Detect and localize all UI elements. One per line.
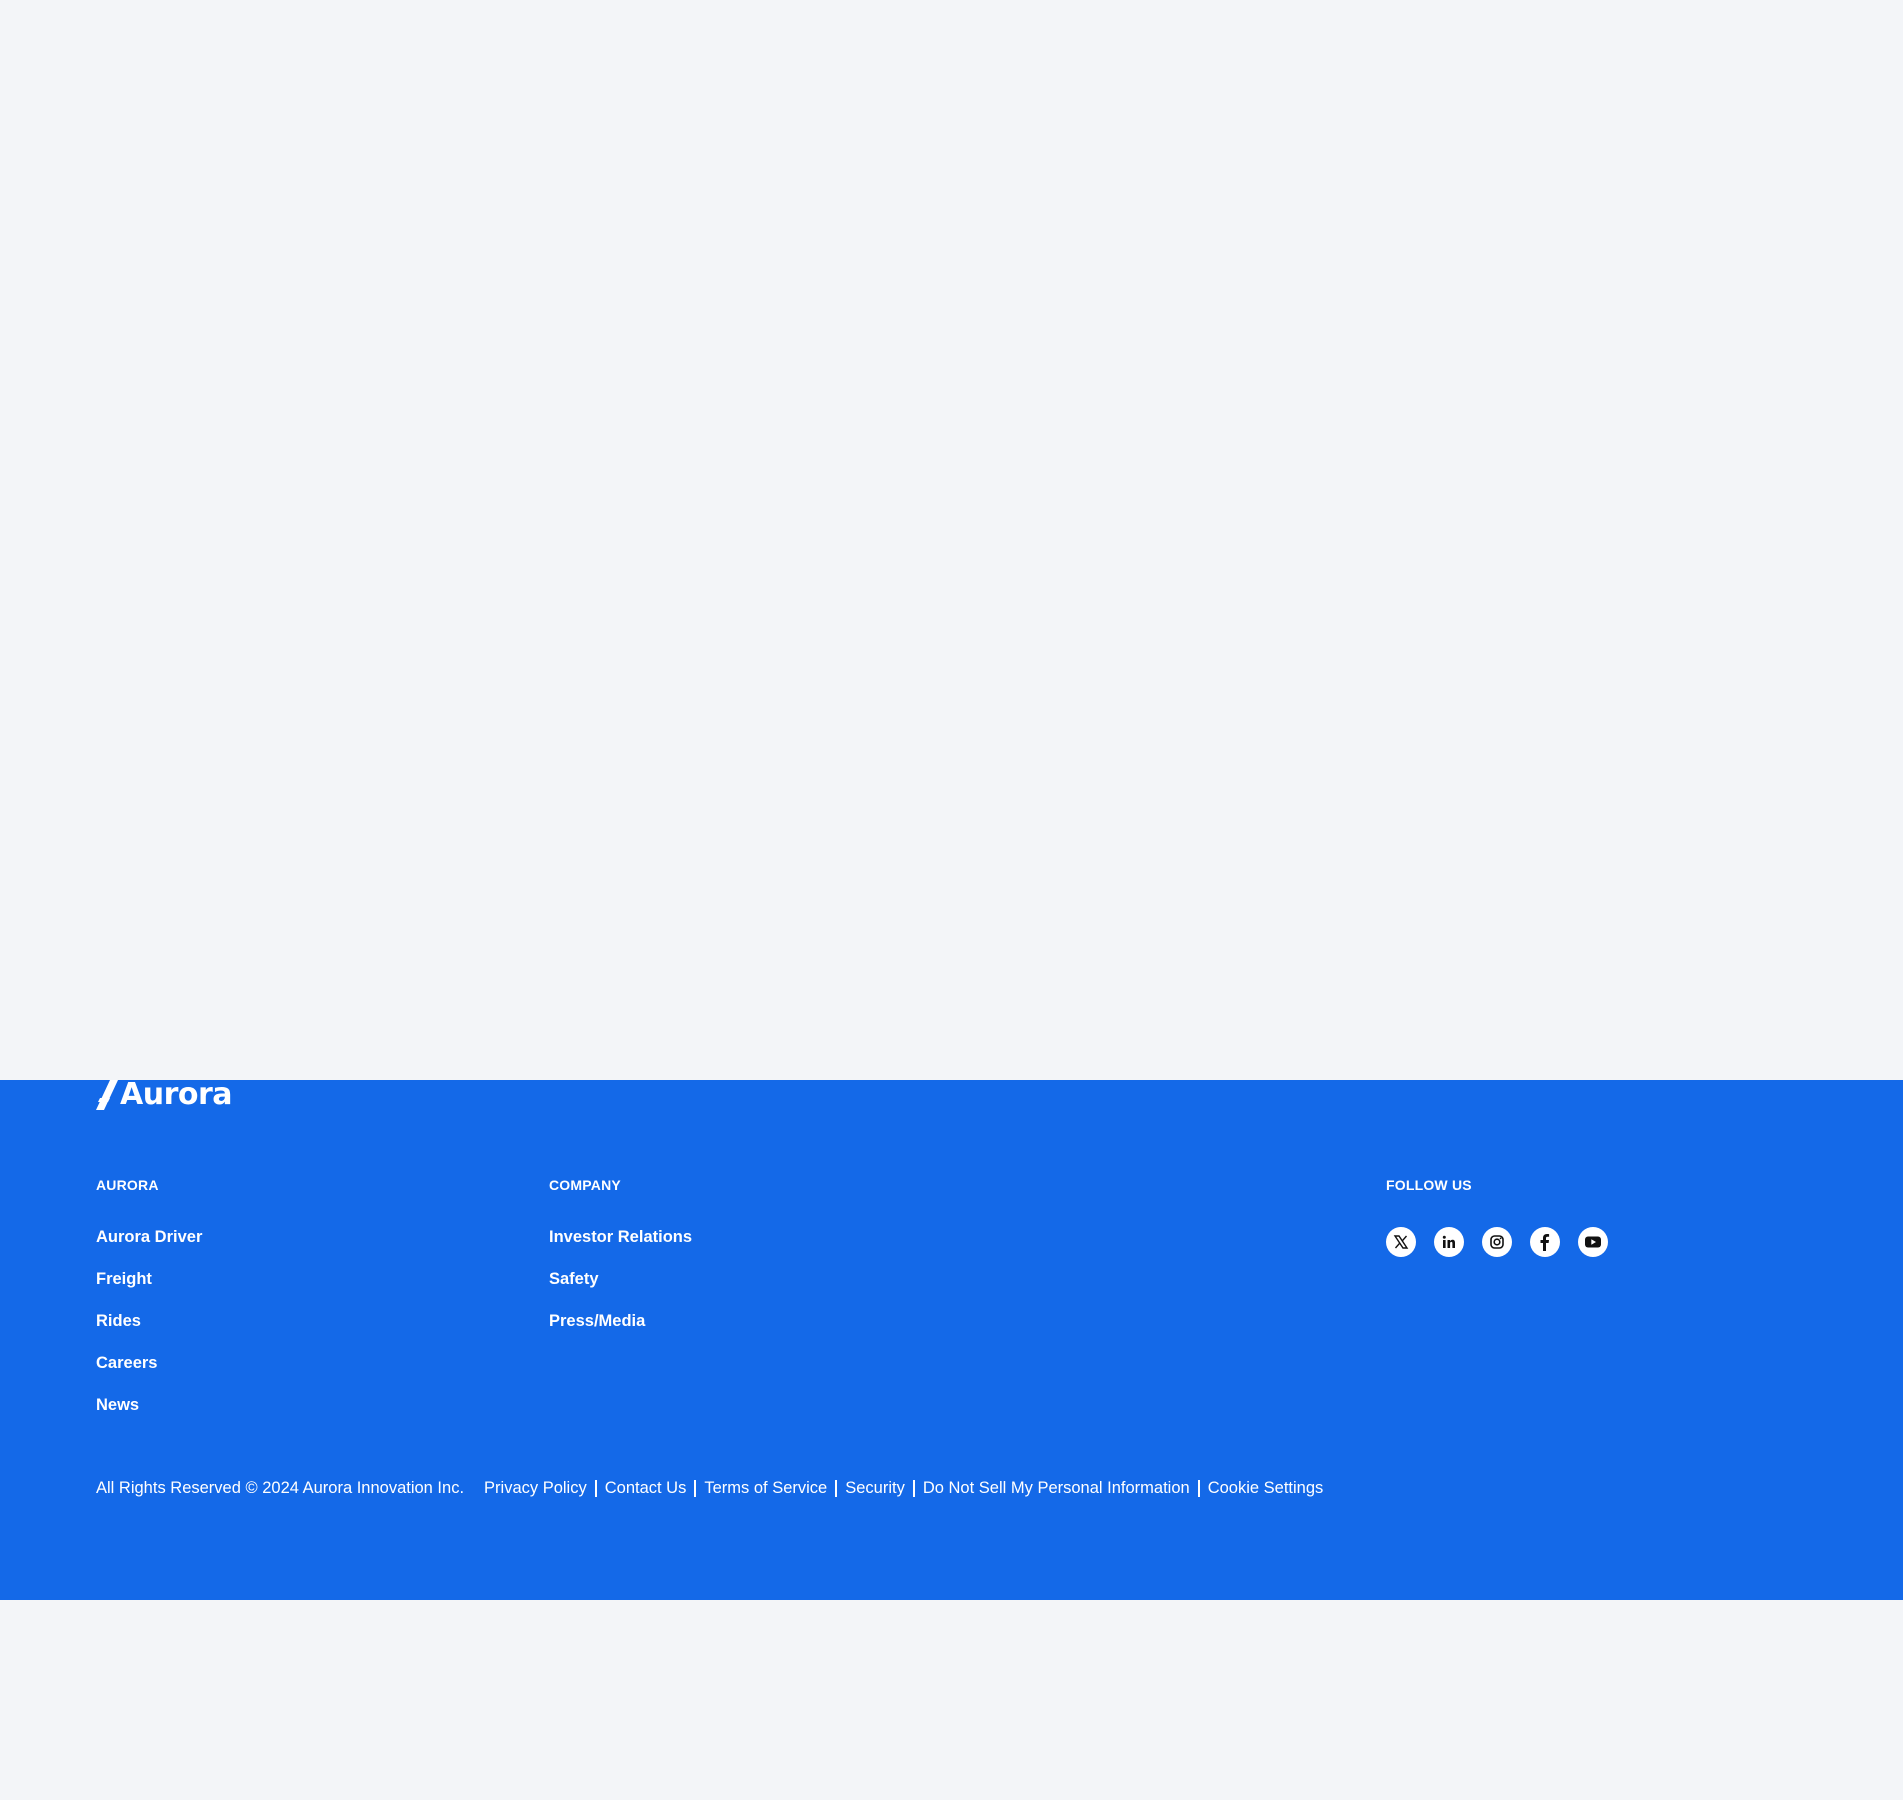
linkedin-icon[interactable] [1434, 1227, 1464, 1257]
instagram-icon[interactable] [1482, 1227, 1512, 1257]
legal-links: Privacy Policy Contact Us Terms of Servi… [484, 1478, 1323, 1498]
footer-link-press-media[interactable]: Press/Media [549, 1311, 692, 1331]
footer-link-aurora-driver[interactable]: Aurora Driver [96, 1227, 202, 1247]
link-list: Aurora Driver Freight Rides Careers News [96, 1227, 202, 1415]
separator [594, 1479, 597, 1497]
contact-us-link[interactable]: Contact Us [605, 1478, 687, 1498]
footer-link-careers[interactable]: Careers [96, 1353, 202, 1373]
youtube-icon[interactable] [1578, 1227, 1608, 1257]
column-heading: FOLLOW US [1386, 1177, 1472, 1193]
footer-bottom-bar: All Rights Reserved © 2024 Aurora Innova… [96, 1478, 1323, 1498]
aurora-logo[interactable]: Aurora [96, 1076, 233, 1112]
copyright-text: All Rights Reserved © 2024 Aurora Innova… [96, 1479, 465, 1497]
logo-wordmark: Aurora [120, 1077, 233, 1112]
x-icon[interactable] [1386, 1227, 1416, 1257]
separator [694, 1479, 697, 1497]
footer-link-safety[interactable]: Safety [549, 1269, 692, 1289]
footer-column-company: COMPANY Investor Relations Safety Press/… [549, 1177, 692, 1353]
cookie-settings-link[interactable]: Cookie Settings [1208, 1478, 1324, 1498]
footer-column-follow-us: FOLLOW US [1386, 1177, 1608, 1257]
aurora-logo-mark [96, 1080, 118, 1110]
social-icons [1386, 1227, 1608, 1257]
link-list: Investor Relations Safety Press/Media [549, 1227, 692, 1331]
do-not-sell-link[interactable]: Do Not Sell My Personal Information [923, 1478, 1190, 1498]
page-content-area [0, 0, 1903, 1080]
footer-column-aurora: AURORA Aurora Driver Freight Rides Caree… [96, 1177, 202, 1437]
footer-link-freight[interactable]: Freight [96, 1269, 202, 1289]
column-heading: AURORA [96, 1177, 159, 1193]
privacy-policy-link[interactable]: Privacy Policy [484, 1478, 587, 1498]
site-footer: Aurora AURORA Aurora Driver Freight Ride… [0, 1080, 1903, 1600]
column-heading: COMPANY [549, 1177, 621, 1193]
separator [1197, 1479, 1200, 1497]
footer-link-rides[interactable]: Rides [96, 1311, 202, 1331]
facebook-icon[interactable] [1530, 1227, 1560, 1257]
security-link[interactable]: Security [845, 1478, 905, 1498]
separator [835, 1479, 838, 1497]
terms-of-service-link[interactable]: Terms of Service [704, 1478, 827, 1498]
footer-link-news[interactable]: News [96, 1395, 202, 1415]
separator [912, 1479, 915, 1497]
footer-link-investor-relations[interactable]: Investor Relations [549, 1227, 692, 1247]
